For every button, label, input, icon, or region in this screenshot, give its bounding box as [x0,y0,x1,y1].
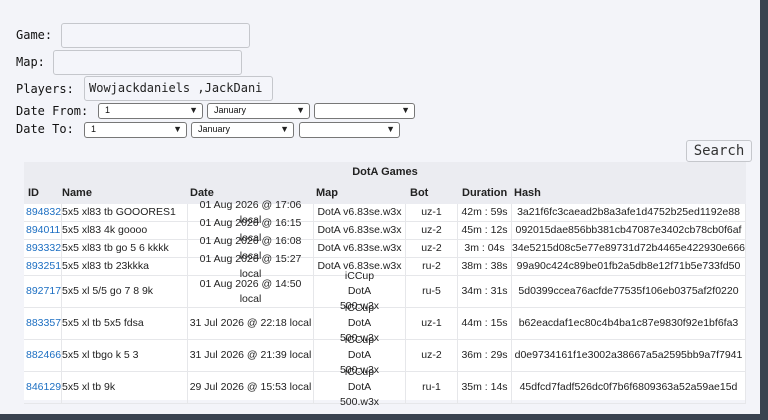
cell-map: iCCup DotA 500.w3x [314,366,406,408]
cell-duration: 44m : 15s [458,308,512,340]
map-label: Map: [16,55,45,69]
cell-hash: d0e9734161f1e3002a38667a5a2595bb9a7f7941 [512,340,746,372]
date-to-day-value: 1 [91,124,97,134]
cell-bot: ru-2 [406,258,458,276]
cell-duration: 36m : 29s [458,340,512,372]
table-caption: DotA Games [24,162,746,182]
cell-hash: 5d0399ccea76acfde77535f106eb0375af2f0220 [512,276,746,308]
header-map: Map [316,182,338,204]
cell-bot: uz-1 [406,204,458,222]
cell-id[interactable]: 892717 [24,276,62,308]
cell-hash: 45dfcd7fadf526dc0f7b6f6809363a52a59ae15d [512,372,746,404]
cell-duration: 35m : 14s [458,372,512,404]
cell-name: 5x5 xl83 tb 23kkka [62,258,188,276]
cell-name: 5x5 xl 5/5 go 7 8 9k [62,276,188,308]
cell-hash: 3a21f6fc3caead2b8a3afe1d4752b25ed1192e88 [512,204,746,222]
date-from-year-select[interactable]: ▼ [314,103,415,119]
cell-bot: uz-2 [406,340,458,372]
cell-hash: 34e5215d08c5e77e89731d72b4465e422930e666 [512,240,746,258]
cell-name: 5x5 xl tbgo k 5 3 [62,340,188,372]
cell-bot: uz-2 [406,240,458,258]
date-to-month-select[interactable]: January ▼ [191,122,294,138]
chevron-down-icon: ▼ [189,105,198,115]
cell-date: 01 Aug 2026 @ 15:27 local [188,253,314,280]
cell-id[interactable]: 883357 [24,308,62,340]
date-from-month-value: January [214,105,247,115]
map-input[interactable] [53,50,242,75]
header-name: Name [62,182,92,204]
cell-id[interactable]: 882466 [24,340,62,372]
table-row: 846129 5x5 xl tb 9k 29 Jul 2026 @ 15:53 lo… [24,366,746,408]
cell-name: 5x5 xl83 tb go 5 6 kkkk [62,240,188,258]
cell-date: 31 Jul 2026 @ 21:39 local [188,340,314,372]
date-from-label: Date From: [16,104,89,118]
cell-date: 31 Jul 2026 @ 22:18 local [188,308,314,340]
header-bot: Bot [410,182,429,204]
cell-duration: 45m : 12s [458,222,512,240]
cell-duration: 3m : 04s [458,240,512,258]
cell-duration: 34m : 31s [458,276,512,308]
table-row: 893332 5x5 xl83 tb go 5 6 kkkk 01 Aug 2026… [24,235,746,262]
header-hash: Hash [514,182,541,204]
cell-id[interactable]: 893332 [24,240,62,258]
cell-date: 01 Aug 2026 @ 14:50 local [188,276,314,308]
cell-hash: 092015dae856bb381cb47087e3402cb78cb0f6af [512,222,746,240]
cell-bot: ru-1 [406,372,458,404]
cell-bot: uz-2 [406,222,458,240]
players-label: Players: [16,82,74,96]
header-id: ID [28,182,39,204]
date-to-label: Date To: [16,122,74,136]
table-header-row [24,182,746,204]
cell-duration: 42m : 59s [458,204,512,222]
cell-id[interactable]: 894011 [24,222,62,240]
cell-bot: ru-5 [406,276,458,308]
chevron-down-icon: ▼ [173,124,182,134]
cell-map: DotA v6.83se.w3x [314,204,406,222]
cell-date: 29 Jul 2026 @ 15:53 local [188,372,314,404]
chevron-down-icon: ▼ [296,105,305,115]
date-to-year-select[interactable]: ▼ [299,122,400,138]
cell-id[interactable]: 893251 [24,258,62,276]
cell-id[interactable]: 894832 [24,204,62,222]
cell-map: DotA v6.83se.w3x [314,240,406,258]
cell-name: 5x5 xl83 4k goooo [62,222,188,240]
game-label: Game: [16,28,53,42]
header-duration: Duration [462,182,508,204]
date-from-month-select[interactable]: January ▼ [207,103,310,119]
date-to-day-select[interactable]: 1 ▼ [84,122,187,138]
players-input[interactable]: Wowjackdaniels ,JackDani [84,76,273,101]
cell-duration: 38m : 38s [458,258,512,276]
date-from-day-select[interactable]: 1 ▼ [98,103,203,119]
game-input[interactable] [61,23,250,48]
games-table: DotA Games ID Name Date Map Bot Duration… [24,162,746,408]
chevron-down-icon: ▼ [280,124,289,134]
cell-hash: b62eacdaf1ec80c4b4ba1c87e9830f92e1bf6fa3 [512,308,746,340]
date-from-day-value: 1 [105,105,111,115]
cell-id[interactable]: 846129 [24,372,62,404]
page: Game: Map: Players: Wowjackdaniels ,Jack… [0,0,760,414]
cell-name: 5x5 xl tb 9k [62,372,188,404]
search-button[interactable]: Search [686,140,752,162]
date-to-month-value: January [198,124,231,134]
chevron-down-icon: ▼ [401,105,410,115]
cell-bot: uz-1 [406,308,458,340]
cell-map: DotA v6.83se.w3x [314,222,406,240]
table-row: 894011 5x5 xl83 4k goooo 01 Aug 2026 @ 16:… [24,217,746,244]
cell-name: 5x5 xl83 tb GOOORES1 [62,204,188,222]
chevron-down-icon: ▼ [386,124,395,134]
cell-name: 5x5 xl tb 5x5 fdsa [62,308,188,340]
cell-hash: 99a90c424c89be01fb2a5db8e12f71b5e733fd50 [512,258,746,276]
table-row: 894832 5x5 xl83 tb GOOORES1 01 Aug 2026 @ … [24,199,746,226]
